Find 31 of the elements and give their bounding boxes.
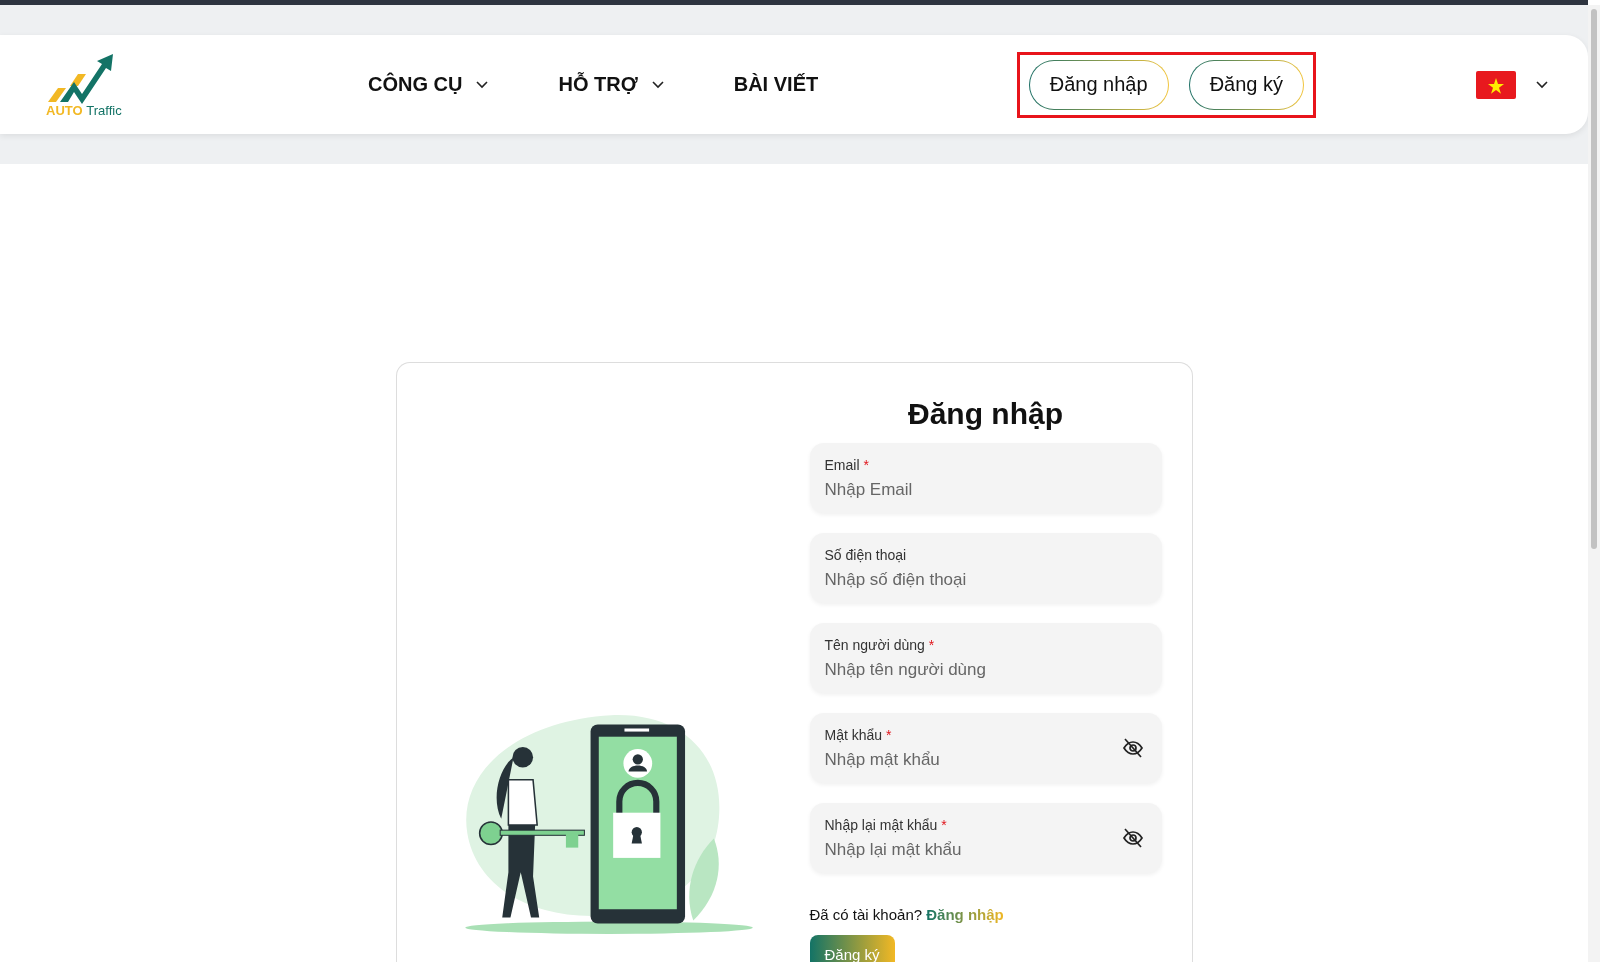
text-input[interactable]: Nhập tên người dùng: [824, 659, 1144, 680]
nav-link[interactable]: HỖ TRỢ: [558, 73, 664, 96]
text-input[interactable]: Nhập số điện thoại: [824, 569, 1144, 590]
field-label: Nhập lại mật khẩu *: [824, 816, 948, 833]
nav-link[interactable]: BÀI VIẾT: [733, 73, 819, 96]
chevron-down-icon: [476, 80, 489, 89]
form-title: Đăng nhập: [907, 397, 1064, 431]
language-selector[interactable]: [1476, 70, 1548, 99]
login-link[interactable]: Đăng nhập: [926, 906, 1004, 923]
field-label: Tên người dùng *: [824, 636, 936, 653]
password-field[interactable]: Mật khẩu * Nhập mật khẩu: [809, 713, 1162, 783]
login-prompt: Đã có tài khoản? Đăng nhập: [809, 906, 1005, 923]
nav-link[interactable]: CÔNG CỤ: [368, 73, 489, 96]
flag-icon: [1476, 70, 1516, 99]
chevron-down-icon: [1536, 80, 1548, 89]
password-input[interactable]: Nhập lại mật khẩu: [824, 839, 1122, 860]
password-input[interactable]: Nhập mật khẩu: [824, 749, 1122, 770]
field-label: Email *: [824, 456, 870, 473]
eye-slash-icon[interactable]: [1121, 828, 1144, 848]
logo-text: AUTO Traffic: [46, 104, 122, 117]
chevron-down-icon: [651, 80, 664, 89]
eye-slash-icon[interactable]: [1121, 738, 1144, 758]
text-input[interactable]: Nhập Email: [824, 479, 1144, 500]
register-button[interactable]: Đăng ký: [1188, 59, 1304, 110]
input-field[interactable]: Số điện thoại Nhập số điện thoại: [809, 533, 1162, 603]
input-field[interactable]: Email * Nhập Email: [809, 443, 1162, 513]
password-field[interactable]: Nhập lại mật khẩu * Nhập lại mật khẩu: [809, 803, 1162, 873]
field-label: Số điện thoại: [824, 546, 908, 563]
field-label: Mật khẩu *: [824, 726, 893, 743]
login-button[interactable]: Đăng nhập: [1028, 59, 1169, 110]
input-field[interactable]: Tên người dùng * Nhập tên người dùng: [809, 623, 1162, 693]
